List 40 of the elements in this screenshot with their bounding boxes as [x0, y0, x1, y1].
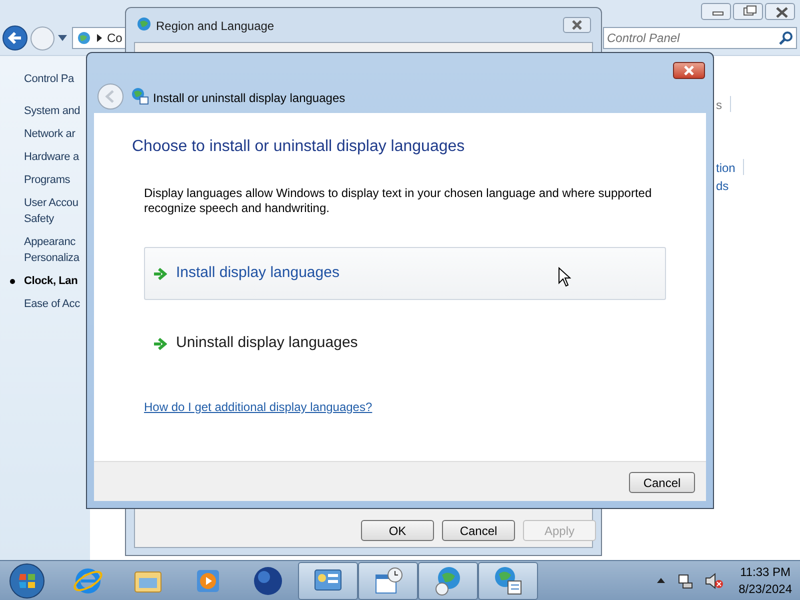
dialog-button[interactable]: OK: [361, 520, 434, 541]
description-text: Display languages allow Windows to display text in your chosen language and where supported recognize speech and handwriting.: [144, 186, 653, 216]
sidebar-item[interactable]: System and: [24, 103, 80, 119]
window-title: Install or uninstall display languages: [153, 90, 346, 107]
window-title: Region and Language: [156, 18, 274, 35]
arrow-icon: [153, 338, 167, 350]
sidebar-item[interactable]: Network ar: [24, 126, 76, 142]
taskbar-button[interactable]: [478, 562, 538, 600]
link-fragment[interactable]: ds: [716, 178, 729, 194]
start-button[interactable]: [8, 562, 46, 600]
arrow-icon: [153, 268, 167, 280]
clock[interactable]: 11:33 PM 8/23/2024: [738, 564, 792, 598]
speaker-muted-icon[interactable]: [704, 572, 723, 588]
back-button[interactable]: [2, 25, 28, 51]
sidebar-item[interactable]: Hardware a: [24, 149, 79, 165]
sidebar-item[interactable]: Ease of Acc: [24, 296, 80, 312]
chevron-icon: [97, 34, 102, 42]
cursor-icon: [558, 267, 571, 287]
search-field[interactable]: Control Panel: [603, 27, 797, 49]
sidebar-item[interactable]: Control Pa: [24, 71, 74, 87]
taskbar-button[interactable]: [418, 562, 478, 600]
network-icon[interactable]: [676, 572, 693, 588]
search-icon[interactable]: [779, 31, 793, 45]
taskbar-button[interactable]: [358, 562, 418, 600]
sidebar-item[interactable]: Programs: [24, 172, 70, 188]
sidebar-item[interactable]: Clock, Lan: [10, 273, 78, 289]
sidebar-item[interactable]: Appearanc Personaliza: [24, 234, 80, 266]
taskbar-button[interactable]: [298, 562, 358, 600]
sphere-icon: [252, 564, 284, 596]
language-icon: [131, 87, 149, 105]
link-fragment[interactable]: tion: [716, 160, 736, 176]
dialog-heading: Choose to install or uninstall display languages: [132, 137, 465, 157]
option-link[interactable]: Install display languages: [144, 247, 666, 300]
caret-icon[interactable]: [656, 578, 665, 583]
help-link[interactable]: How do I get additional display languages?: [144, 398, 372, 416]
dialog-button[interactable]: Cancel: [442, 520, 515, 541]
sidebar-item[interactable]: User Accou Safety: [24, 195, 78, 227]
cancel-button[interactable]: Cancel: [629, 472, 695, 493]
dropdown-icon[interactable]: [58, 35, 67, 41]
link-fragment[interactable]: s: [716, 97, 722, 113]
